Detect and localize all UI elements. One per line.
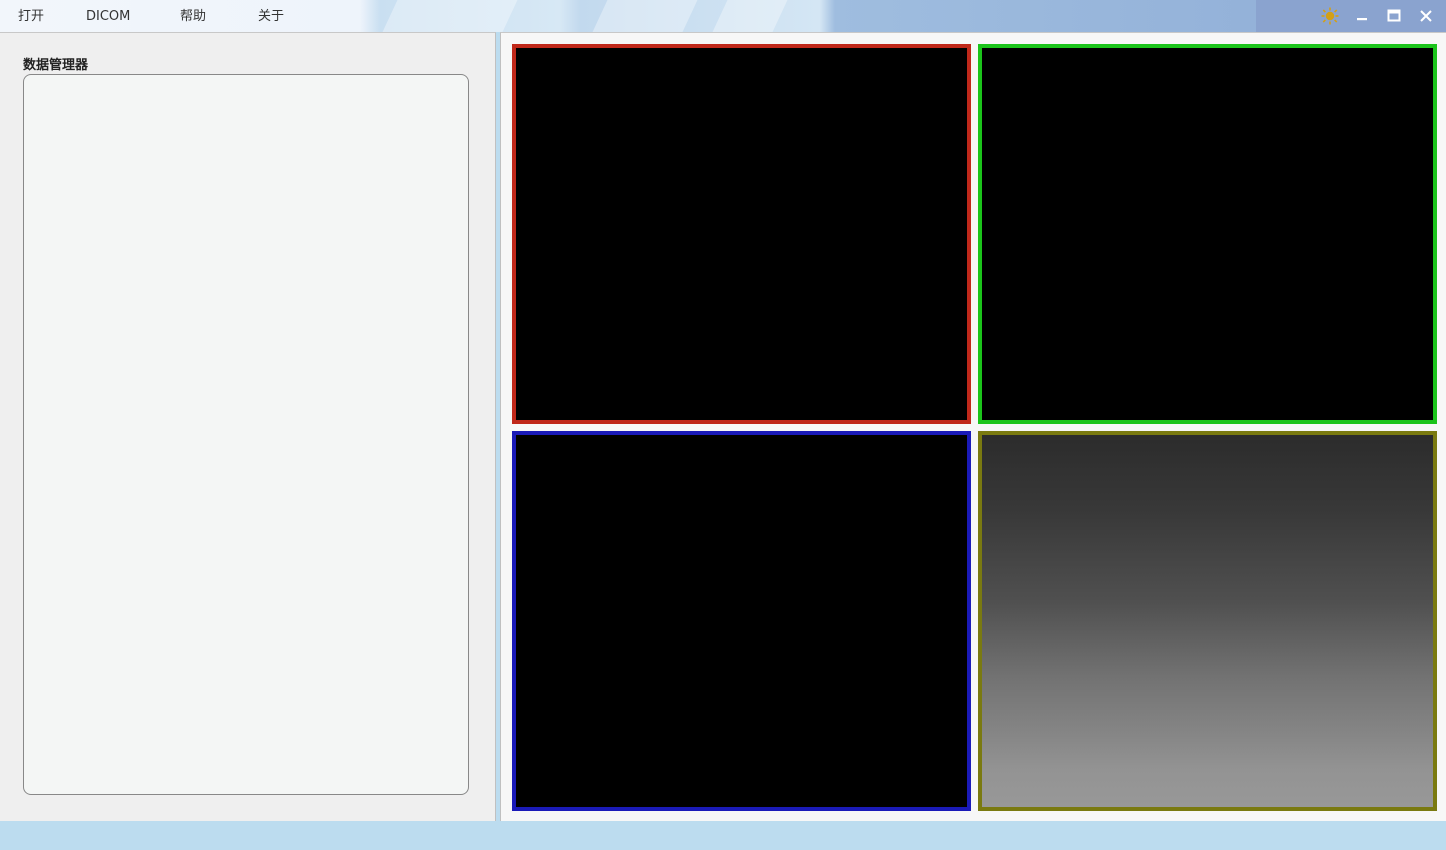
menubar-decoration xyxy=(592,0,698,32)
menu-item-open[interactable]: 打开 xyxy=(18,8,44,26)
menu-item-dicom[interactable]: DICOM xyxy=(86,8,130,26)
minimize-icon[interactable] xyxy=(1352,6,1372,26)
data-manager-title: 数据管理器 xyxy=(23,58,89,73)
menubar-decoration xyxy=(712,0,788,32)
viewport-bottom-right[interactable] xyxy=(978,431,1437,811)
status-bar xyxy=(0,821,1446,850)
menu-bar: 打开 DICOM 帮助 关于 xyxy=(0,0,1446,32)
menu-item-about[interactable]: 关于 xyxy=(258,8,284,26)
data-manager-panel[interactable] xyxy=(23,74,469,795)
viewport-top-left[interactable] xyxy=(512,44,971,424)
menu-item-help[interactable]: 帮助 xyxy=(180,8,206,26)
window-controls xyxy=(1256,0,1446,32)
viewport-area xyxy=(500,32,1446,821)
maximize-icon[interactable] xyxy=(1384,6,1404,26)
viewport-bottom-left[interactable] xyxy=(512,431,971,811)
viewport-top-right[interactable] xyxy=(978,44,1437,424)
close-icon[interactable] xyxy=(1416,6,1436,26)
data-manager-sidebar: 数据管理器 xyxy=(0,32,496,821)
sun-icon[interactable] xyxy=(1320,6,1340,26)
menubar-decoration xyxy=(382,0,518,32)
